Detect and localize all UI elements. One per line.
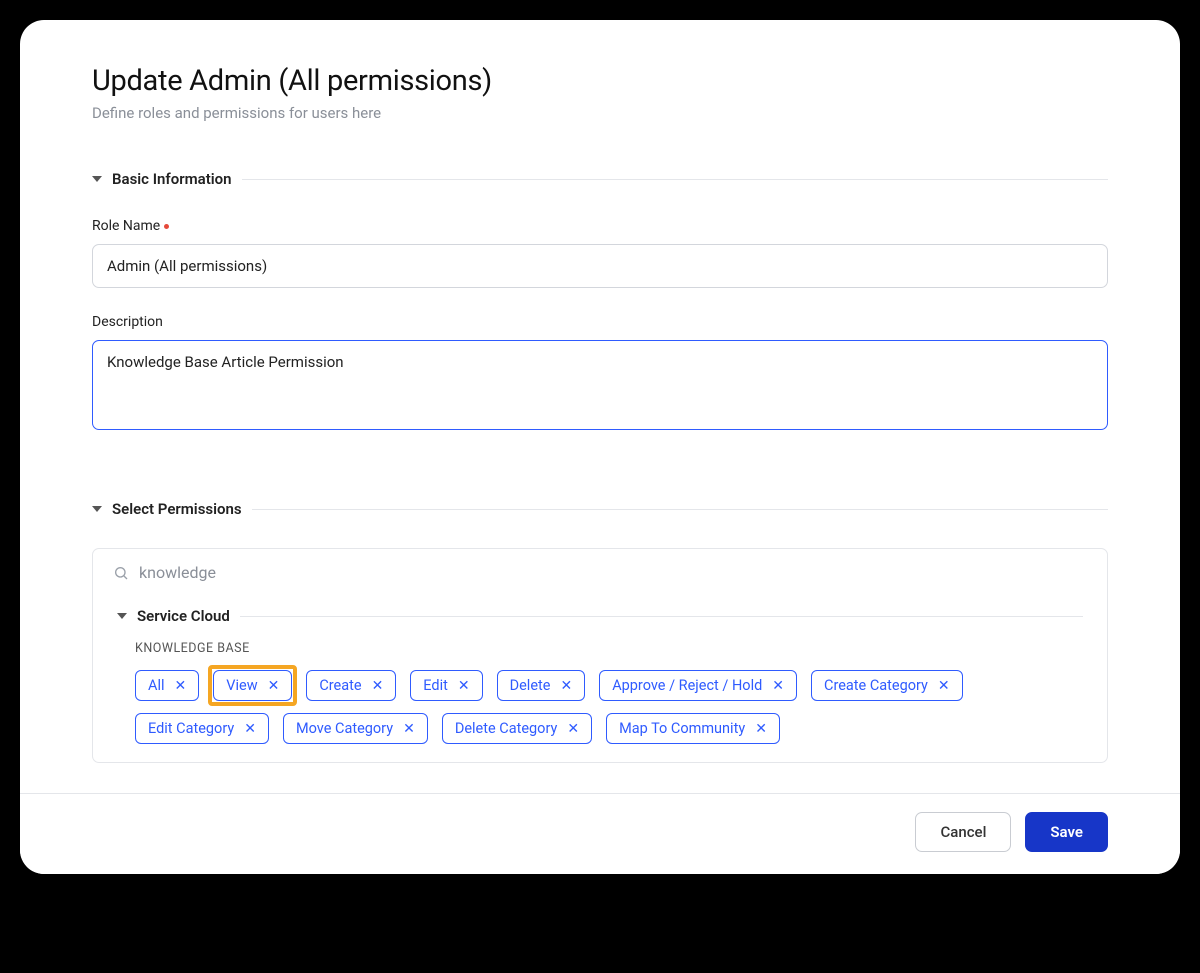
close-icon[interactable]: ✕ [755, 722, 767, 736]
chip-label: Map To Community [619, 720, 745, 737]
chip-label: View [226, 677, 257, 694]
role-name-label: Role Name [92, 218, 1108, 234]
permissions-body: Service Cloud KNOWLEDGE BASE All✕View✕Cr… [93, 597, 1107, 744]
description-input[interactable] [92, 340, 1108, 430]
footer-actions: Cancel Save [20, 793, 1180, 874]
search-row [93, 549, 1107, 597]
permission-chip[interactable]: Create Category ✕ [811, 670, 963, 701]
section-permissions-header[interactable]: Select Permissions [92, 500, 1108, 518]
role-editor-panel: Update Admin (All permissions) Define ro… [20, 20, 1180, 874]
chip-label: Create Category [824, 677, 928, 694]
knowledge-base-label: KNOWLEDGE BASE [135, 641, 1083, 656]
page-subtitle: Define roles and permissions for users h… [92, 104, 1108, 122]
permission-chip[interactable]: View ✕ [213, 670, 292, 701]
search-icon [113, 565, 129, 581]
cancel-button[interactable]: Cancel [915, 812, 1011, 852]
chip-label: Approve / Reject / Hold [612, 677, 762, 694]
section-basic-title: Basic Information [112, 170, 232, 188]
close-icon[interactable]: ✕ [560, 679, 572, 693]
chip-label: Delete Category [455, 720, 558, 737]
close-icon[interactable]: ✕ [244, 722, 256, 736]
close-icon[interactable]: ✕ [403, 722, 415, 736]
permission-chip[interactable]: Delete Category ✕ [442, 713, 592, 744]
close-icon[interactable]: ✕ [372, 679, 384, 693]
knowledge-base-group: KNOWLEDGE BASE All✕View✕Create✕Edit✕Dele… [117, 641, 1083, 744]
chip-label: All [148, 677, 165, 694]
chevron-down-icon [92, 506, 102, 512]
divider [242, 179, 1108, 180]
required-indicator [164, 224, 169, 229]
service-cloud-title: Service Cloud [137, 607, 230, 625]
permission-chip[interactable]: Edit ✕ [410, 670, 482, 701]
permission-chip[interactable]: Approve / Reject / Hold ✕ [599, 670, 797, 701]
close-icon[interactable]: ✕ [175, 679, 187, 693]
field-role-name: Role Name [92, 218, 1108, 288]
close-icon[interactable]: ✕ [567, 722, 579, 736]
permission-search-input[interactable] [139, 563, 1087, 582]
section-permissions-title: Select Permissions [112, 500, 242, 518]
close-icon[interactable]: ✕ [458, 679, 470, 693]
description-label: Description [92, 314, 1108, 330]
chip-label: Edit [423, 677, 448, 694]
permission-chips: All✕View✕Create✕Edit✕Delete✕Approve / Re… [135, 670, 1083, 744]
field-description: Description [92, 314, 1108, 434]
chip-label: Move Category [296, 720, 393, 737]
chevron-down-icon [117, 613, 127, 619]
chevron-down-icon [92, 176, 102, 182]
divider [240, 616, 1083, 617]
close-icon[interactable]: ✕ [268, 679, 280, 693]
permission-chip[interactable]: Delete ✕ [497, 670, 586, 701]
permission-chip[interactable]: Create ✕ [306, 670, 396, 701]
permission-chip[interactable]: Map To Community ✕ [606, 713, 780, 744]
permissions-card: Service Cloud KNOWLEDGE BASE All✕View✕Cr… [92, 548, 1108, 763]
divider [252, 509, 1108, 510]
chip-label: Edit Category [148, 720, 234, 737]
page-title: Update Admin (All permissions) [92, 64, 1108, 98]
close-icon[interactable]: ✕ [938, 679, 950, 693]
service-cloud-header[interactable]: Service Cloud [117, 607, 1083, 625]
permission-chip[interactable]: All ✕ [135, 670, 199, 701]
chip-label: Create [319, 677, 361, 694]
save-button[interactable]: Save [1025, 812, 1108, 852]
chip-label: Delete [510, 677, 551, 694]
permission-chip[interactable]: Move Category ✕ [283, 713, 428, 744]
section-basic-header[interactable]: Basic Information [92, 170, 1108, 188]
permission-chip[interactable]: Edit Category ✕ [135, 713, 269, 744]
close-icon[interactable]: ✕ [772, 679, 784, 693]
role-name-input[interactable] [92, 244, 1108, 288]
